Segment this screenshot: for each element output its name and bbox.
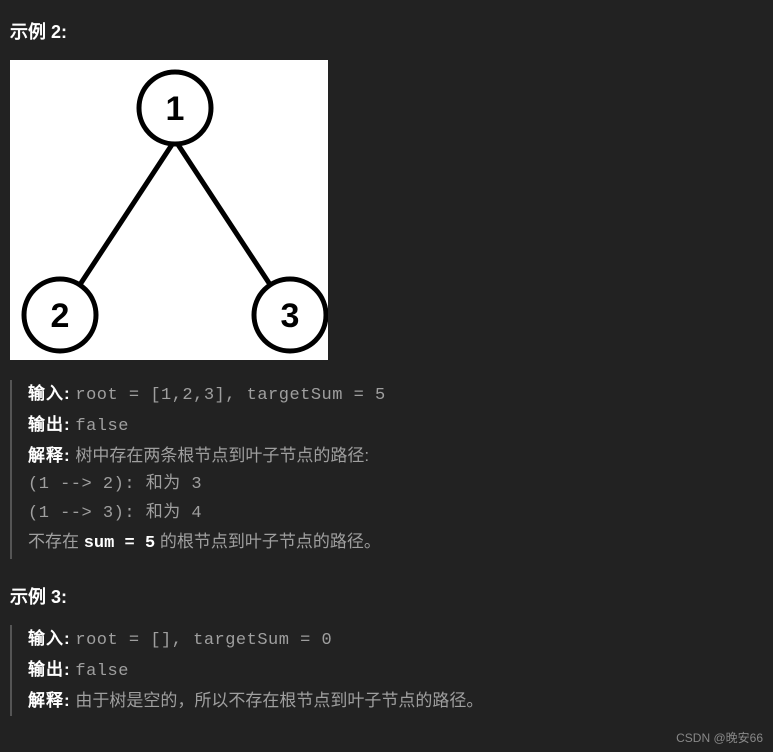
- example-2-block: 输入: root = [1,2,3], targetSum = 5 输出: fa…: [10, 380, 763, 559]
- explain-intro: 树中存在两条根节点到叶子节点的路径:: [75, 446, 369, 465]
- watermark-text: CSDN @晚安66: [676, 729, 763, 746]
- output-value: false: [75, 662, 129, 681]
- no-exist-row: 不存在 sum = 5 的根节点到叶子节点的路径。: [28, 528, 763, 559]
- explain-label: 解释:: [28, 446, 71, 465]
- no-exist-suffix: 的根节点到叶子节点的路径。: [155, 532, 381, 551]
- example-2-explain-row: 解释: 树中存在两条根节点到叶子节点的路径:: [28, 442, 763, 471]
- node-left-label: 2: [51, 297, 70, 335]
- output-value: false: [75, 417, 129, 436]
- example-3-output-row: 输出: false: [28, 656, 763, 687]
- tree-diagram: 1 2 3: [10, 60, 328, 360]
- input-value: root = [1,2,3], targetSum = 5: [75, 386, 385, 405]
- path-1: (1 --> 2): 和为 3: [28, 471, 763, 500]
- node-root-label: 1: [166, 90, 185, 128]
- path-2: (1 --> 3): 和为 4: [28, 500, 763, 529]
- example-3-explain-row: 解释: 由于树是空的，所以不存在根节点到叶子节点的路径。: [28, 687, 763, 716]
- input-value: root = [], targetSum = 0: [75, 631, 332, 650]
- input-label: 输入:: [28, 629, 71, 648]
- output-label: 输出:: [28, 660, 71, 679]
- node-right-label: 3: [281, 297, 300, 335]
- explain-text: 由于树是空的，所以不存在根节点到叶子节点的路径。: [75, 691, 483, 710]
- example-3-input-row: 输入: root = [], targetSum = 0: [28, 625, 763, 656]
- explain-label: 解释:: [28, 691, 71, 710]
- example-3-block: 输入: root = [], targetSum = 0 输出: false 解…: [10, 625, 763, 716]
- input-label: 输入:: [28, 384, 71, 403]
- no-exist-prefix: 不存在: [28, 532, 84, 551]
- sum-expr: sum = 5: [84, 534, 155, 553]
- example-2-heading: 示例 2:: [10, 18, 763, 44]
- example-2-output-row: 输出: false: [28, 411, 763, 442]
- example-3-heading: 示例 3:: [10, 583, 763, 609]
- output-label: 输出:: [28, 415, 71, 434]
- example-2-input-row: 输入: root = [1,2,3], targetSum = 5: [28, 380, 763, 411]
